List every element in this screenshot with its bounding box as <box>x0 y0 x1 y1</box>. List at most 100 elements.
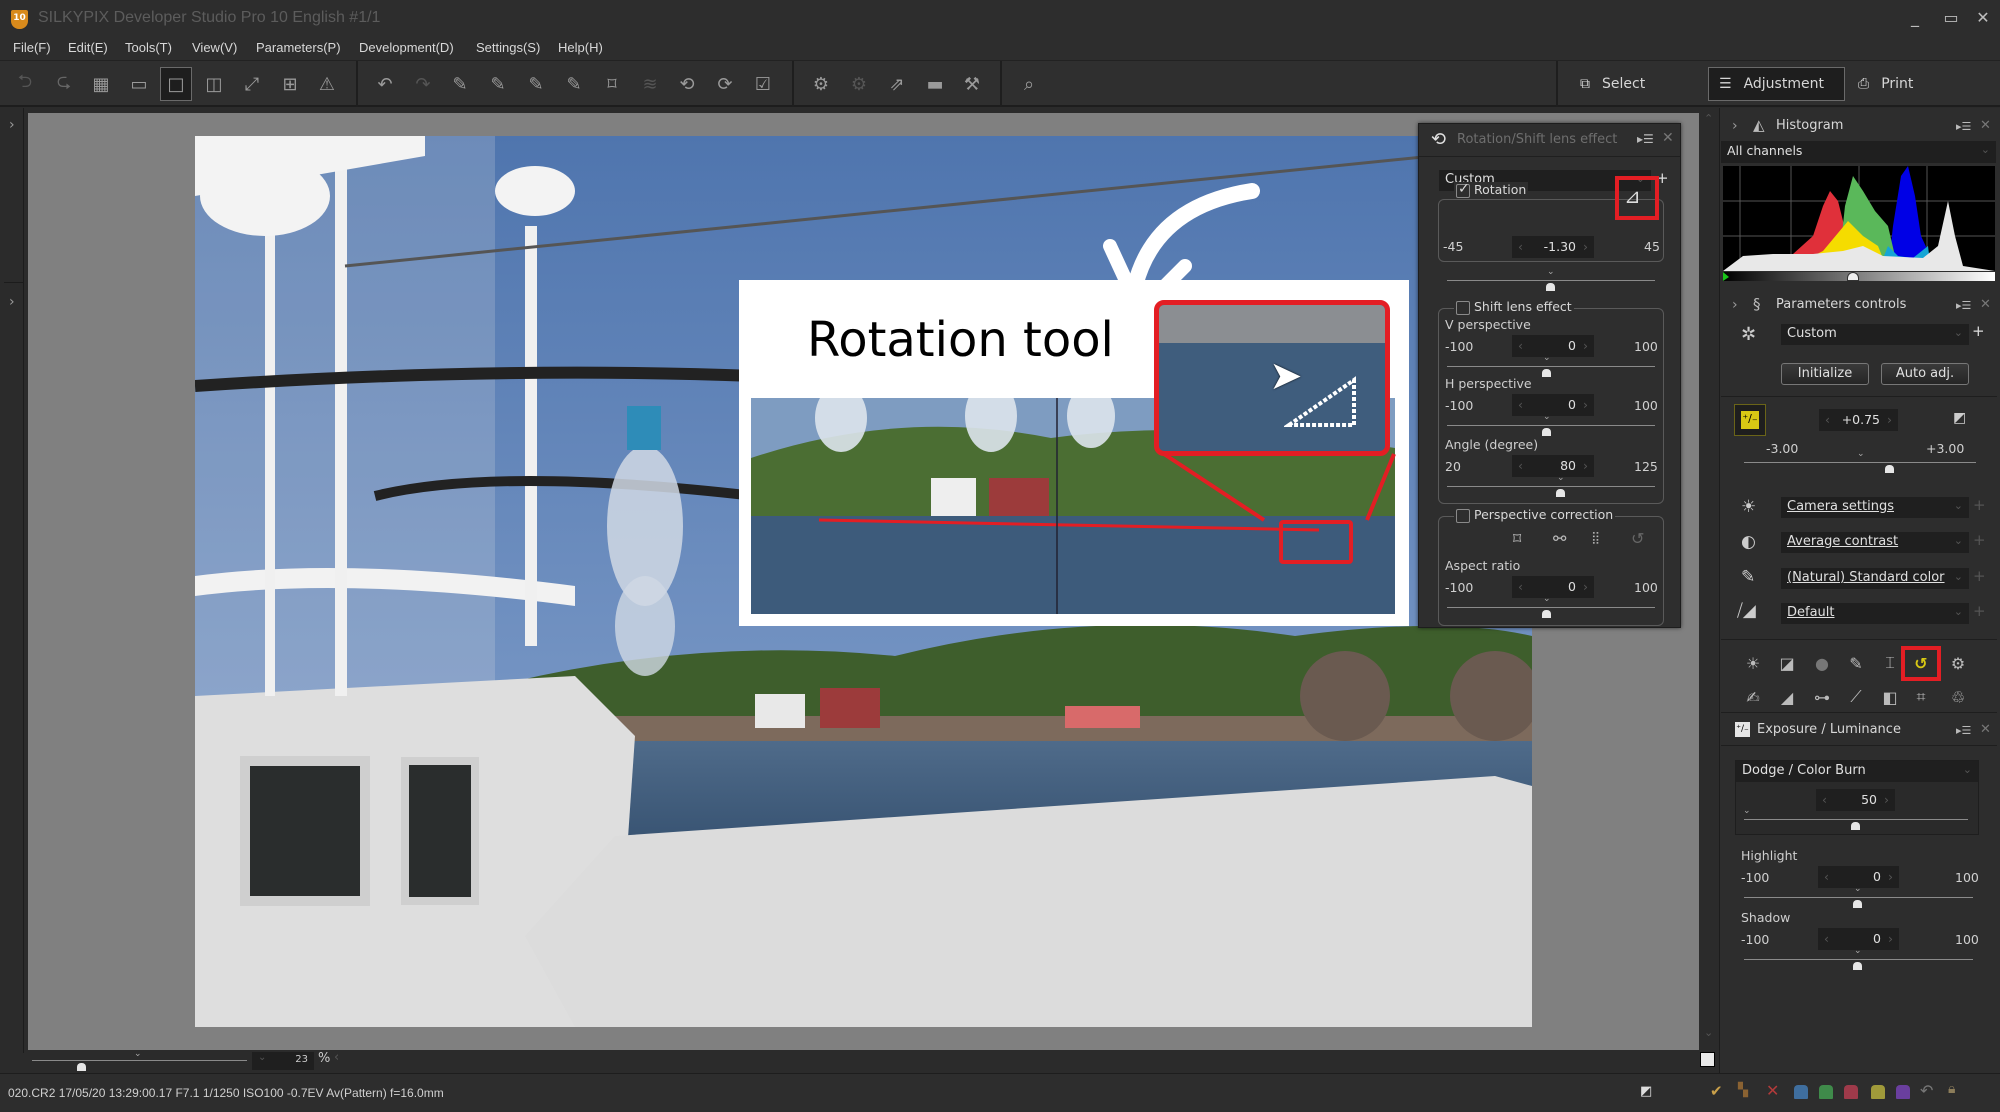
warning-icon[interactable]: ⚠ <box>312 70 342 98</box>
angle-input[interactable]: ‹ 80 › <box>1512 455 1594 477</box>
mark-check-icon[interactable]: ☑ <box>748 70 778 98</box>
decrement-icon[interactable]: ‹ <box>1824 931 1829 946</box>
aspect-ratio-track[interactable] <box>1447 607 1655 608</box>
undo-icon[interactable]: ↶ <box>370 70 400 98</box>
rotation-panel-header[interactable]: ⟲ Rotation/Shift lens effect ▸☰ ✕ <box>1419 124 1680 157</box>
decrement-icon[interactable]: ‹ <box>1822 792 1827 807</box>
aspect-ratio-thumb[interactable] <box>1542 610 1551 618</box>
h-perspective-track[interactable] <box>1447 425 1655 426</box>
select-mode-button[interactable]: ⧉ Select <box>1570 67 1700 101</box>
h-perspective-thumb[interactable] <box>1542 428 1551 436</box>
redo-icon[interactable]: ↷ <box>408 70 438 98</box>
grid-overlay-icon[interactable]: ⊞ <box>275 70 305 98</box>
decrement-icon[interactable]: ‹ <box>1518 579 1523 594</box>
decrement-icon[interactable]: ‹ <box>1518 458 1523 473</box>
dodge-burn-select[interactable]: Dodge / Color Burn ⌄ <box>1736 761 1978 782</box>
tone-select[interactable]: Average contrast ⌄ <box>1781 532 1969 553</box>
rotation-checkbox[interactable] <box>1456 181 1470 198</box>
increment-icon[interactable]: › <box>1888 931 1893 946</box>
menu-development[interactable]: Development(D) <box>359 40 454 55</box>
saturation-icon[interactable]: ● <box>1811 652 1833 674</box>
initialize-button[interactable]: Initialize <box>1781 363 1869 385</box>
v-perspective-track[interactable] <box>1447 366 1655 367</box>
loupe-icon[interactable]: ⌕ <box>1014 70 1044 98</box>
crop-tool-icon[interactable]: ⌗ <box>1910 686 1932 708</box>
angle-track[interactable] <box>1447 486 1655 487</box>
black-point-marker-icon[interactable] <box>1723 272 1729 281</box>
shadow-track[interactable] <box>1744 959 1973 960</box>
perspective-checkbox[interactable] <box>1456 508 1470 523</box>
vertical-scrollbar[interactable]: ⌃ ⌄ <box>1699 108 1719 1050</box>
label-blue-icon[interactable] <box>1794 1085 1808 1099</box>
gradation-icon[interactable]: ◢ <box>1776 686 1798 708</box>
partial-correction-icon[interactable]: ◧ <box>1879 686 1901 708</box>
decrement-icon[interactable]: ‹ <box>1518 397 1523 412</box>
lens-distortion-icon[interactable]: ⌶ <box>1879 652 1901 674</box>
panel-close-icon[interactable]: ✕ <box>1980 722 1991 737</box>
panel-close-icon[interactable]: ✕ <box>1980 118 1991 133</box>
perspective-quad-icon[interactable]: ⌑ <box>1513 529 1521 548</box>
hammer-icon[interactable]: ⚒ <box>957 70 987 98</box>
panel-close-icon[interactable]: ✕ <box>1980 297 1991 312</box>
rotate-left-icon[interactable]: ⟲ <box>672 70 702 98</box>
histogram-header[interactable]: › ◭ Histogram ▸☰ ✕ <box>1720 113 2000 141</box>
exposure-value-input[interactable]: ‹ +0.75 › <box>1819 409 1898 431</box>
mark-reject-icon[interactable]: ✕ <box>1766 1081 1779 1100</box>
add-color-preset-icon[interactable]: + <box>1973 567 1986 585</box>
dodge-burn-thumb[interactable] <box>1851 822 1860 830</box>
layers-icon[interactable]: ≋ <box>635 70 665 98</box>
collapse-histogram-icon[interactable]: › <box>1732 118 1738 134</box>
increment-icon[interactable]: › <box>1583 397 1588 412</box>
monitor-icon[interactable]: ▬ <box>920 70 950 98</box>
rotation-value-input[interactable]: ‹ -1.30 › <box>1512 236 1594 258</box>
zoom-slider-thumb[interactable] <box>77 1063 86 1071</box>
parameters-controls-header[interactable]: › § Parameters controls ▸☰ ✕ <box>1720 292 2000 320</box>
label-red-icon[interactable] <box>1844 1085 1858 1099</box>
dodge-burn-track[interactable] <box>1744 819 1968 820</box>
collapse-parameters-icon[interactable]: › <box>1732 297 1738 313</box>
development-settings-icon[interactable]: ⚙ <box>1947 652 1969 674</box>
gray-dropper-icon[interactable]: ✎ <box>483 70 513 98</box>
white-balance-dropper-icon[interactable]: ✎ <box>521 70 551 98</box>
gamma-marker-icon[interactable] <box>1847 272 1859 281</box>
rotation-slider-track[interactable] <box>1447 280 1655 281</box>
compare-view-icon[interactable]: ◫ <box>199 70 229 98</box>
panel-menu-icon[interactable]: ▸☰ <box>1956 299 1971 312</box>
filmstrip-view-icon[interactable]: ▭ <box>124 70 154 98</box>
compare-icon[interactable]: ◩ <box>1640 1084 1652 1099</box>
scroll-down-icon[interactable]: ⌄ <box>1704 1026 1713 1039</box>
rotation-checkbox-row[interactable]: Rotation <box>1454 181 1529 198</box>
increment-icon[interactable]: › <box>1583 458 1588 473</box>
histogram-channel-select[interactable]: All channels ⌄ <box>1721 141 1996 163</box>
exposure-panel-header[interactable]: ⁺∕₋ Exposure / Luminance ▸☰ ✕ <box>1720 717 2000 745</box>
label-purple-icon[interactable] <box>1896 1085 1910 1099</box>
perspective-reset-icon[interactable]: ↺ <box>1631 529 1644 548</box>
add-preset-icon[interactable]: + <box>1972 322 1985 340</box>
brush-icon[interactable]: ⟋ <box>1845 686 1867 708</box>
panel-menu-icon[interactable]: ▸☰ <box>1956 120 1971 133</box>
menu-tools[interactable]: Tools(T) <box>125 40 172 55</box>
h-perspective-input[interactable]: ‹ 0 › <box>1512 394 1594 416</box>
spot-removal-icon[interactable]: ♲ <box>1947 686 1969 708</box>
tone-curve-icon[interactable]: ◪ <box>1776 652 1798 674</box>
thumbnail-view-icon[interactable]: ▦ <box>86 70 116 98</box>
save-parameters-icon[interactable]: ⚙ <box>806 70 836 98</box>
expand-left-panel-icon[interactable]: › <box>9 117 15 133</box>
fullscreen-icon[interactable]: ⤢ <box>237 70 267 98</box>
add-sharpness-preset-icon[interactable]: + <box>1973 602 1986 620</box>
decrement-icon[interactable]: ‹ <box>1518 338 1523 353</box>
color-balance-icon[interactable]: ✎ <box>1845 652 1867 674</box>
skin-dropper-icon[interactable]: ✎ <box>559 70 589 98</box>
retouch-icon[interactable]: ✍ <box>1742 686 1764 708</box>
apply-parameters-icon[interactable]: ⚙ <box>844 70 874 98</box>
mark-ok-icon[interactable]: ✔ <box>1710 1082 1723 1100</box>
scroll-up-icon[interactable]: ⌃ <box>1704 112 1713 125</box>
increment-icon[interactable]: › <box>1583 239 1588 254</box>
highlight-thumb[interactable] <box>1853 900 1862 908</box>
angle-thumb[interactable] <box>1556 489 1565 497</box>
panel-menu-icon[interactable]: ▸☰ <box>1637 132 1654 146</box>
fisheye-icon[interactable]: ⊶ <box>1811 686 1833 708</box>
increment-icon[interactable]: › <box>1888 869 1893 884</box>
highlight-track[interactable] <box>1744 897 1973 898</box>
menu-help[interactable]: Help(H) <box>558 40 603 55</box>
